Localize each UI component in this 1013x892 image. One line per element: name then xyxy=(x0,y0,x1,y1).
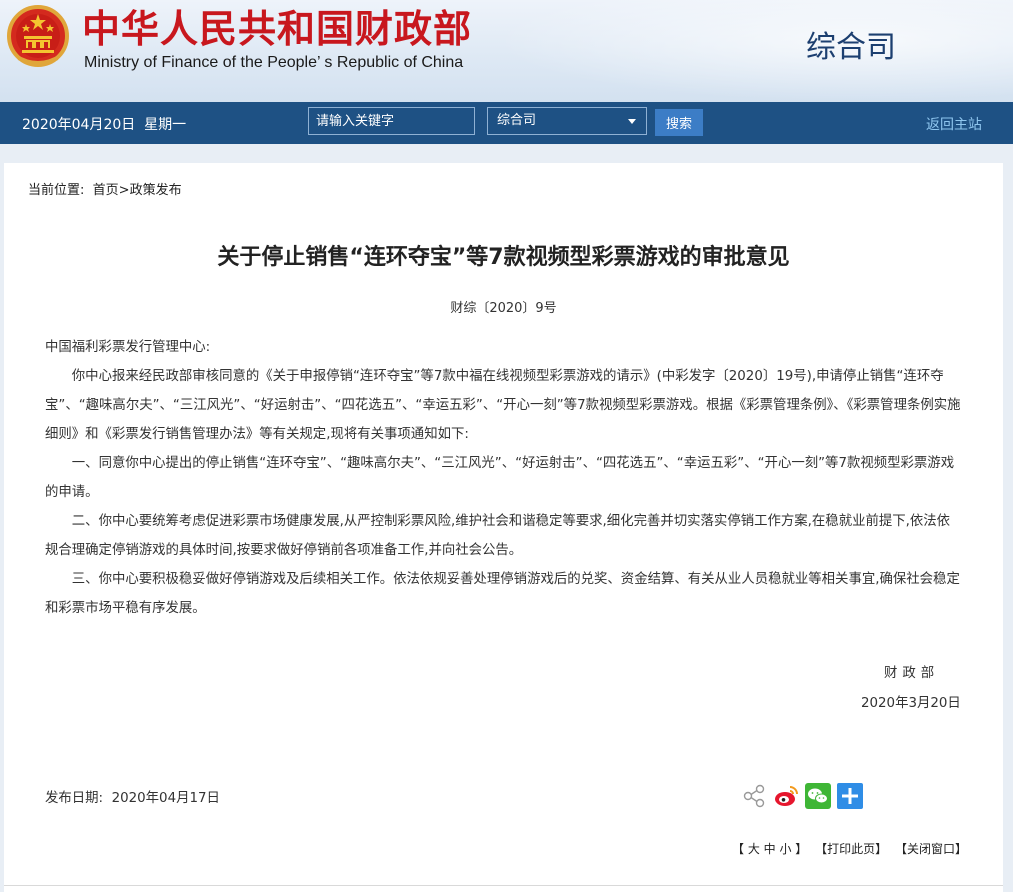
current-date: 2020年04月20日 星期一 xyxy=(22,114,186,134)
paragraph: 一、同意你中心提出的停止销售“连环夺宝”、“趣味高尔夫”、“三江风光”、“好运射… xyxy=(45,456,955,500)
national-emblem-icon xyxy=(7,5,69,67)
salutation: 中国福利彩票发行管理中心: xyxy=(45,340,211,355)
site-title: 中华人民共和国财政部 xyxy=(82,7,473,51)
font-size-control[interactable]: 【 大 中 小 】 xyxy=(732,842,807,856)
article-title: 关于停止销售“连环夺宝”等7款视频型彩票游戏的审批意见 xyxy=(217,245,790,270)
wechat-icon[interactable] xyxy=(805,783,831,809)
publish-date-value: 2020年04月17日 xyxy=(111,791,220,806)
breadcrumb: 当前位置: 首页>政策发布 xyxy=(28,179,182,198)
signature: 财政部 xyxy=(884,666,940,681)
site-header: 中华人民共和国财政部 Ministry of Finance of the Pe… xyxy=(0,0,1013,102)
publish-date-label: 发布日期: xyxy=(45,791,104,806)
article-body: 中国福利彩票发行管理中心: 你中心报来经民政部审核同意的《关于申报停销“连环夺宝… xyxy=(45,333,963,623)
return-home-link[interactable]: 返回主站 xyxy=(926,114,982,134)
date-text: 2020年04月20日 xyxy=(22,117,136,133)
department-select[interactable]: 综合司 xyxy=(487,107,647,135)
chevron-down-icon xyxy=(628,119,636,124)
page-tools: 【 大 中 小 】 【打印此页】 【关闭窗口】 xyxy=(732,840,971,857)
print-page-link[interactable]: 【打印此页】 xyxy=(815,842,887,856)
search-button[interactable]: 搜索 xyxy=(655,109,703,136)
breadcrumb-home-link[interactable]: 首页 xyxy=(93,183,119,198)
paragraph: 二、你中心要统筹考虑促进彩票市场健康发展,从严控制彩票风险,维护社会和谐稳定等要… xyxy=(45,514,951,558)
sign-date: 2020年3月20日 xyxy=(861,696,961,711)
nav-bar: 2020年04月20日 星期一 综合司 搜索 返回主站 xyxy=(0,102,1013,144)
select-value: 综合司 xyxy=(497,113,537,128)
weekday-text: 星期一 xyxy=(144,117,187,133)
search-input[interactable] xyxy=(308,107,475,135)
site-subtitle: Ministry of Finance of the People’ s Rep… xyxy=(84,54,464,71)
publish-date: 发布日期: 2020年04月17日 xyxy=(45,786,220,806)
divider xyxy=(4,885,1003,886)
share-bar xyxy=(737,783,867,813)
paragraph: 三、你中心要积极稳妥做好停销游戏及后续相关工作。依法依规妥善处理停销游戏后的兑奖… xyxy=(45,572,960,616)
paragraph: 你中心报来经民政部审核同意的《关于申报停销“连环夺宝”等7款中福在线视频型彩票游… xyxy=(45,369,961,442)
weibo-icon[interactable] xyxy=(773,783,799,809)
breadcrumb-prefix: 当前位置: xyxy=(28,183,85,198)
content-panel: 当前位置: 首页>政策发布 关于停止销售“连环夺宝”等7款视频型彩票游戏的审批意… xyxy=(4,163,1003,892)
department-name: 综合司 xyxy=(806,30,896,65)
share-icon[interactable] xyxy=(741,783,767,809)
document-number: 财综〔2020〕9号 xyxy=(450,301,557,316)
breadcrumb-current[interactable]: 政策发布 xyxy=(130,183,182,198)
more-plus-icon[interactable] xyxy=(837,783,863,809)
breadcrumb-separator: > xyxy=(118,183,130,198)
close-window-link[interactable]: 【关闭窗口】 xyxy=(895,842,967,856)
